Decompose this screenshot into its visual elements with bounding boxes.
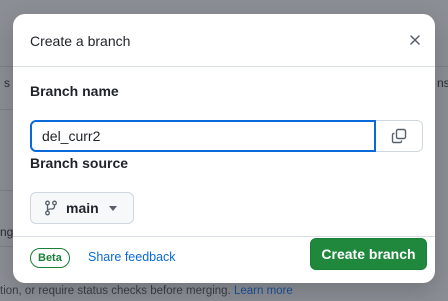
branch-source-select[interactable]: main	[30, 192, 134, 224]
triangle-down-icon	[108, 205, 117, 211]
background-divider	[436, 66, 448, 67]
background-divider	[0, 190, 14, 191]
background-divider	[0, 66, 14, 67]
create-branch-dialog: Create a branch Branch name Branch sourc…	[13, 14, 435, 283]
background-text-fragment: ng	[0, 225, 14, 239]
branch-source-value: main	[66, 200, 99, 216]
copy-icon	[391, 128, 407, 144]
background-text-fragment: s	[4, 76, 10, 90]
background-text-fragment: ns	[437, 76, 448, 90]
dialog-title: Create a branch	[30, 33, 131, 49]
background-divider	[0, 109, 14, 110]
close-icon	[410, 35, 420, 45]
create-branch-button[interactable]: Create branch	[310, 238, 427, 270]
close-button[interactable]	[401, 26, 429, 54]
learn-more-link[interactable]: Learn more	[234, 285, 293, 297]
dialog-header: Create a branch	[13, 14, 435, 67]
branch-source-label: Branch source	[30, 155, 129, 171]
git-branch-icon	[45, 200, 57, 216]
share-feedback-link[interactable]: Share feedback	[88, 250, 176, 264]
background-description: tion, or require status checks before me…	[0, 285, 231, 297]
branch-name-label: Branch name	[30, 83, 119, 99]
dialog-footer: Beta Share feedback Create branch	[13, 237, 435, 283]
background-bottom-text: tion, or require status checks before me…	[0, 285, 293, 297]
beta-badge: Beta	[30, 248, 70, 268]
branch-name-input[interactable]	[30, 120, 376, 152]
background-divider	[0, 246, 14, 247]
copy-button[interactable]	[376, 120, 423, 152]
branch-name-input-group	[30, 120, 423, 152]
